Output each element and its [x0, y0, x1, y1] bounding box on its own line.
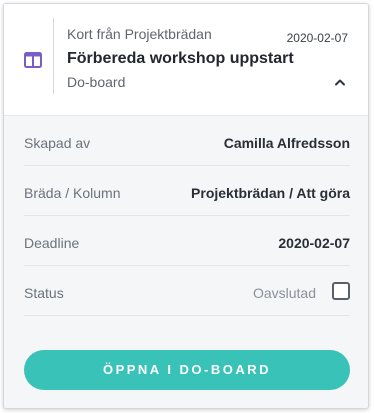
deadline-value: 2020-02-07	[278, 235, 350, 251]
board-column-value: Projektbrädan / Att göra	[191, 185, 350, 201]
status-checkbox[interactable]	[332, 282, 350, 300]
detail-row-deadline: Deadline 2020-02-07	[24, 216, 350, 266]
header-divider	[53, 18, 54, 94]
card-date: 2020-02-07	[286, 31, 348, 45]
card-source: Kort från Projektbrädan	[67, 26, 212, 42]
card-title: Förbereda workshop uppstart	[67, 50, 294, 67]
board-column-label: Bräda / Kolumn	[24, 185, 121, 201]
open-in-doboard-button[interactable]: ÖPPNA I DO-BOARD	[24, 350, 350, 390]
card-panel: Kort från Projektbrädan 2020-02-07 Förbe…	[3, 3, 369, 409]
status-label: Status	[24, 285, 64, 301]
deadline-label: Deadline	[24, 235, 80, 251]
detail-row-status: Status Oavslutad	[24, 266, 350, 316]
detail-row-created-by: Skapad av Camilla Alfredsson	[24, 116, 350, 166]
details-list: Skapad av Camilla Alfredsson Bräda / Kol…	[24, 116, 350, 316]
status-value: Oavslutad	[252, 285, 316, 301]
board-columns-icon	[24, 52, 42, 68]
detail-row-board-column: Bräda / Kolumn Projektbrädan / Att göra	[24, 166, 350, 216]
created-by-value: Camilla Alfredsson	[223, 135, 350, 151]
created-by-label: Skapad av	[24, 135, 91, 151]
chevron-up-icon[interactable]	[334, 78, 346, 86]
app-name: Do-board	[67, 74, 126, 90]
card-header: Kort från Projektbrädan 2020-02-07 Förbe…	[4, 4, 368, 116]
